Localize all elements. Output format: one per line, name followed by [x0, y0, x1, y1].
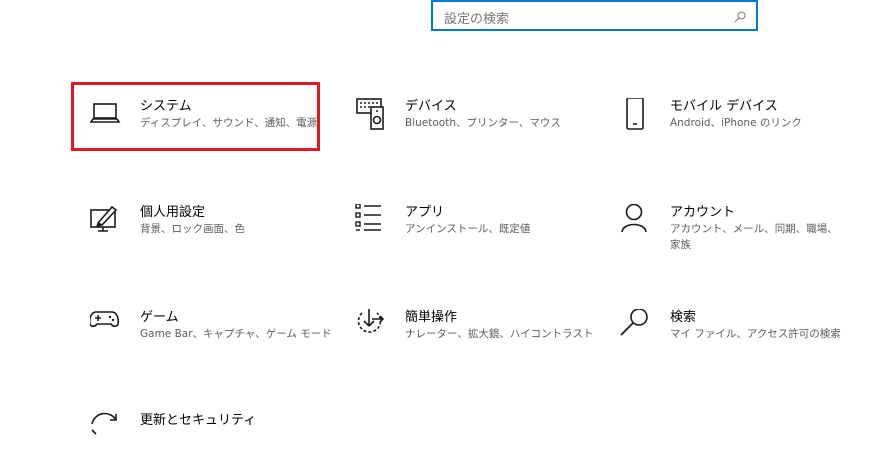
- tile-gaming[interactable]: ゲーム Game Bar、キャプチャ、ゲーム モード: [88, 309, 340, 369]
- tile-devices-desc: Bluetooth、プリンター、マウス: [405, 117, 561, 129]
- search-placeholder: 設定の検索: [444, 12, 510, 27]
- devices-icon: [355, 98, 389, 132]
- tile-devices[interactable]: デバイス Bluetooth、プリンター、マウス: [355, 98, 605, 158]
- tile-gaming-title: ゲーム: [140, 310, 179, 325]
- phone-icon: [620, 97, 654, 132]
- tile-accounts[interactable]: アカウント アカウント、メール、同期、職場、家族: [620, 203, 870, 264]
- tile-mobile-devices-title: モバイル デバイス: [670, 99, 778, 114]
- tile-apps-title: アプリ: [405, 205, 445, 220]
- settings-search-input[interactable]: 設定の検索: [431, 0, 758, 31]
- tile-personalization[interactable]: 個人用設定 背景、ロック画面、色: [90, 204, 340, 264]
- tile-search-desc: マイ ファイル、アクセス許可の検索: [670, 328, 841, 340]
- personalization-icon: [90, 204, 124, 238]
- account-person-icon: [620, 203, 654, 238]
- tile-personalization-desc: 背景、ロック画面、色: [140, 223, 245, 235]
- tile-ease-of-access-desc: ナレーター、拡大鏡、ハイコントラスト: [405, 328, 594, 340]
- search-magnifier-icon: [620, 308, 654, 343]
- search-icon: [734, 11, 746, 23]
- ease-of-access-icon: [355, 309, 389, 343]
- tile-search-title: 検索: [670, 310, 697, 325]
- tile-personalization-title: 個人用設定: [140, 205, 206, 220]
- tile-ease-of-access-title: 簡単操作: [405, 310, 458, 325]
- selection-highlight: [71, 82, 320, 151]
- tile-search[interactable]: 検索 マイ ファイル、アクセス許可の検索: [620, 308, 870, 369]
- tile-update-security[interactable]: 更新とセキュリティ: [90, 412, 340, 472]
- tile-accounts-title: アカウント: [670, 205, 736, 220]
- tile-devices-title: デバイス: [405, 99, 457, 114]
- tile-gaming-desc: Game Bar、キャプチャ、ゲーム モード: [140, 328, 332, 340]
- tile-ease-of-access[interactable]: 簡単操作 ナレーター、拡大鏡、ハイコントラスト: [355, 309, 605, 369]
- tile-accounts-desc: アカウント、メール、同期、職場、家族: [670, 223, 838, 251]
- update-sync-icon: [90, 412, 124, 446]
- apps-list-icon: [355, 203, 389, 238]
- tile-update-security-title: 更新とセキュリティ: [140, 413, 257, 428]
- tile-mobile-devices-desc: Android、iPhone のリンク: [670, 117, 802, 129]
- game-controller-icon: [88, 309, 124, 343]
- tile-mobile-devices[interactable]: モバイル デバイス Android、iPhone のリンク: [620, 97, 870, 158]
- tile-apps[interactable]: アプリ アンインストール、既定値: [355, 203, 605, 264]
- tile-apps-desc: アンインストール、既定値: [405, 223, 531, 235]
